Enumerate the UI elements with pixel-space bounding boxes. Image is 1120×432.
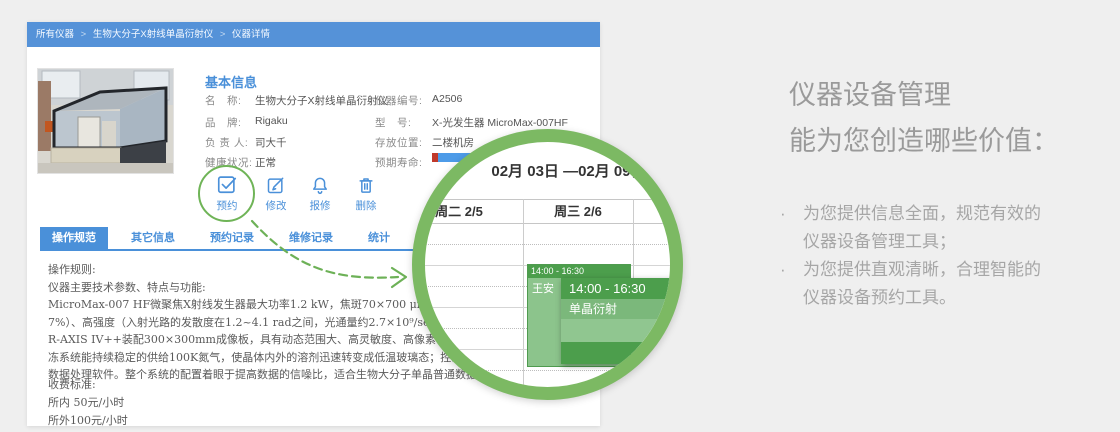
magnifier-circle: 02月 03日 —02月 09日 周二 2/5 周三 2/6 周四 14:00 … bbox=[412, 129, 683, 400]
delete-button-label: 删除 bbox=[355, 200, 377, 212]
field-label-model: 型 号: bbox=[375, 117, 412, 129]
breadcrumb-instrument[interactable]: 生物大分子X射线单晶衍射仪 bbox=[93, 29, 213, 40]
trash-icon bbox=[359, 178, 373, 193]
fee-standard: 收费标准: 所内 50元/小时 所外100元/小时 bbox=[48, 376, 348, 430]
field-value-health: 正常 bbox=[255, 157, 276, 169]
marketing-bullet-line: 仪器设备预约工具。 bbox=[780, 284, 1041, 312]
basic-info-title: 基本信息 bbox=[205, 75, 258, 90]
bullet-marker: · bbox=[780, 260, 786, 279]
tab-other-info[interactable]: 其它信息 bbox=[119, 227, 187, 249]
delete-button[interactable]: 删除 bbox=[344, 175, 388, 213]
field-value-model: X-光发生器 MicroMax-007HF bbox=[432, 117, 568, 129]
field-value-manager: 司大千 bbox=[255, 137, 287, 149]
fee-title: 收费标准: bbox=[48, 378, 96, 391]
report-repair-button-label: 报修 bbox=[309, 200, 331, 212]
checkbox-icon bbox=[217, 176, 237, 194]
bullet-text: 仪器设备管理工具； bbox=[803, 232, 956, 251]
instrument-photo-art bbox=[38, 69, 173, 173]
bell-icon bbox=[313, 177, 327, 195]
breadcrumb-all-instruments[interactable]: 所有仪器 bbox=[36, 29, 74, 40]
field-value-name: 生物大分子X射线单晶衍射仪 bbox=[255, 95, 389, 107]
calendar-week-range: 02月 03日 —02月 09日 bbox=[491, 163, 646, 180]
reserve-button-label: 预约 bbox=[216, 200, 238, 212]
bullet-text: 仪器设备预约工具。 bbox=[803, 288, 956, 307]
edit-button[interactable]: 修改 bbox=[254, 175, 298, 213]
bullet-text: 为您提供直观清晰，合理智能的 bbox=[803, 260, 1041, 279]
gridline bbox=[425, 223, 670, 224]
edit-button-label: 修改 bbox=[265, 200, 287, 212]
calendar-event-time: 14:00 - 16:30 bbox=[528, 265, 630, 278]
reservation-calendar: 02月 03日 —02月 09日 周二 2/5 周三 2/6 周四 14:00 … bbox=[425, 142, 670, 387]
gridline bbox=[523, 199, 524, 387]
tab-operation-specs[interactable]: 操作规范 bbox=[40, 227, 108, 249]
event-popup-body bbox=[561, 319, 670, 342]
field-label-serial: 仪器编号: bbox=[375, 95, 423, 107]
event-popup-time: 14:00 - 16:30 bbox=[561, 278, 670, 299]
field-label-brand: 品 牌: bbox=[205, 117, 242, 129]
field-value-brand: Rigaku bbox=[255, 115, 288, 127]
tab-repair-records[interactable]: 维修记录 bbox=[277, 227, 345, 249]
tab-reservation-records[interactable]: 预约记录 bbox=[198, 227, 266, 249]
tab-statistics[interactable]: 统计 bbox=[356, 227, 402, 249]
marketing-heading: 仪器设备管理 能为您创造哪些价值： bbox=[789, 72, 1059, 164]
event-popup-footer: 编辑 取消 bbox=[561, 342, 670, 364]
marketing-bullet-line: · 为您提供直观清晰，合理智能的 bbox=[780, 256, 1041, 284]
gridline bbox=[425, 370, 670, 371]
calendar-day-wed: 周三 2/6 bbox=[554, 204, 602, 219]
bullet-text: 为您提供信息全面，规范有效的 bbox=[803, 204, 1041, 223]
breadcrumb-separator: > bbox=[80, 29, 87, 40]
reserve-button[interactable]: 预约 bbox=[205, 173, 249, 213]
calendar-day-thu: 周四 bbox=[633, 200, 670, 223]
field-label-name: 名 称: bbox=[205, 95, 242, 107]
fee-internal: 所内 50元/小时 bbox=[48, 396, 125, 409]
breadcrumb: 所有仪器 > 生物大分子X射线单晶衍射仪 > 仪器详情 bbox=[27, 22, 600, 47]
breadcrumb-detail: 仪器详情 bbox=[232, 29, 271, 40]
field-label-manager: 负 责 人: bbox=[205, 137, 249, 149]
edit-icon bbox=[267, 177, 284, 194]
marketing-heading-line2: 能为您创造哪些价值： bbox=[789, 126, 1059, 156]
marketing-bullet-line: · 为您提供信息全面，规范有效的 bbox=[780, 200, 1041, 228]
marketing-bullet-line: 仪器设备管理工具； bbox=[780, 228, 1041, 256]
field-label-lifespan: 预期寿命: bbox=[375, 157, 423, 169]
event-popup-subject: 单晶衍射 bbox=[561, 299, 670, 319]
marketing-bullets: · 为您提供信息全面，规范有效的 仪器设备管理工具； · 为您提供直观清晰，合理智能… bbox=[780, 200, 1041, 312]
field-label-location: 存放位置: bbox=[375, 137, 423, 149]
report-repair-button[interactable]: 报修 bbox=[298, 175, 342, 213]
gridline bbox=[425, 244, 670, 245]
event-edit-button[interactable]: 编辑 bbox=[652, 346, 670, 360]
field-value-serial: A2506 bbox=[432, 93, 463, 105]
detail-tabs: 操作规范 其它信息 预约记录 维修记录 统计 bbox=[40, 227, 402, 249]
event-popup: 14:00 - 16:30 单晶衍射 编辑 取消 bbox=[561, 278, 670, 364]
fee-external: 所外100元/小时 bbox=[48, 414, 128, 427]
calendar-day-tue: 周二 2/5 bbox=[435, 204, 483, 219]
marketing-heading-line1: 仪器设备管理 bbox=[789, 80, 951, 110]
bullet-marker: · bbox=[780, 204, 786, 223]
instrument-photo bbox=[37, 68, 174, 174]
breadcrumb-separator: > bbox=[219, 29, 226, 40]
